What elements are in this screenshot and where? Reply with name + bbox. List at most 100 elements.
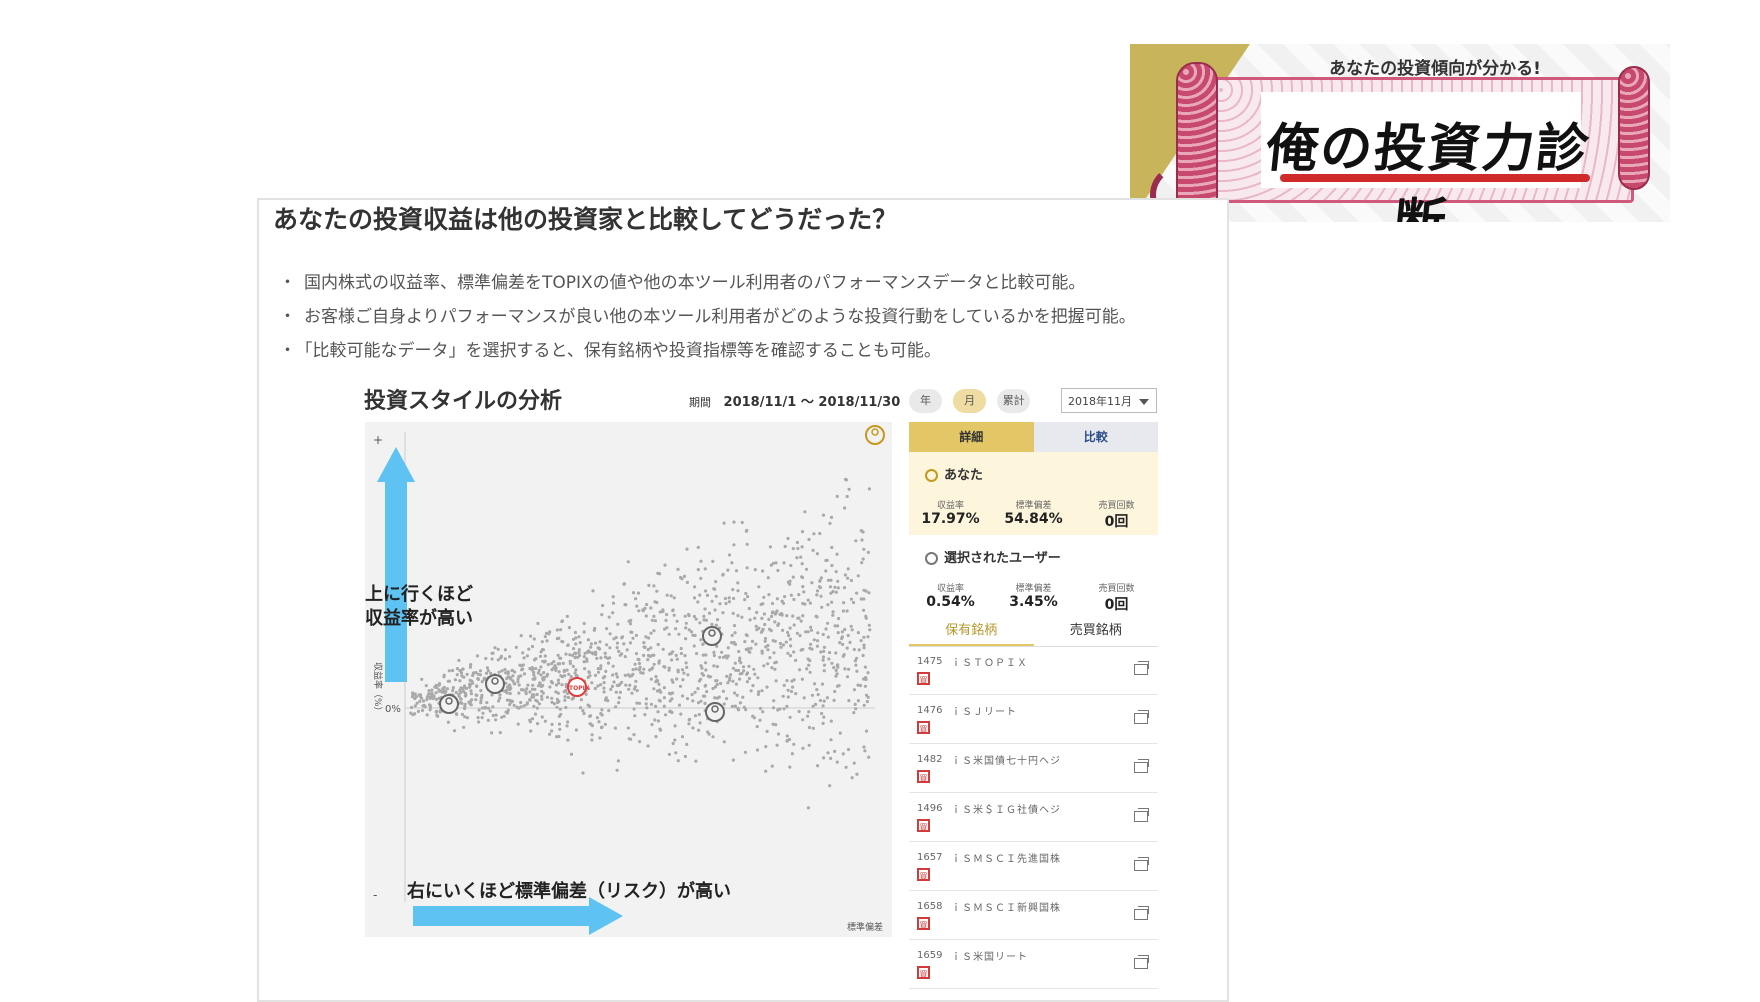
scatter-point <box>712 653 716 658</box>
scatter-point <box>842 586 847 590</box>
scatter-point <box>600 725 604 729</box>
scatter-point <box>657 661 661 665</box>
stat-trades: 売買回数 0回 <box>1075 498 1158 531</box>
scatter-point <box>649 646 653 650</box>
scatter-point <box>747 650 751 654</box>
tab-compare[interactable]: 比較 <box>1033 422 1158 452</box>
period-year-button[interactable]: 年 <box>909 389 942 413</box>
external-link-icon[interactable] <box>1134 857 1149 871</box>
scatter-point <box>813 682 817 686</box>
scatter-point <box>480 680 484 684</box>
external-link-icon[interactable] <box>1134 661 1149 675</box>
period-month-button[interactable]: 月 <box>953 389 987 413</box>
scatter-point <box>703 694 707 698</box>
scatter-point <box>761 569 765 573</box>
scatter-point <box>821 655 826 659</box>
user-marker[interactable] <box>485 674 505 694</box>
style-scatter-chart[interactable]: + - 0% 収益率（%） 標準偏差 上に行くほど 収益率が高い 右にいくほど標… <box>365 422 892 937</box>
external-link-icon[interactable] <box>1134 808 1149 822</box>
holdings-list: 1475 ｉＳＴＯＰＩＸ 買 1476 ｉＳＪリート買 1482 ｉＳ米国債七十円ヘジ買… <box>909 646 1158 989</box>
period-cumulative-button[interactable]: 累計 <box>997 389 1031 413</box>
scatter-point <box>849 624 853 628</box>
scatter-point <box>846 633 850 638</box>
tab-detail[interactable]: 詳細 <box>909 422 1034 452</box>
scatter-point <box>497 699 501 703</box>
scatter-point <box>654 704 658 708</box>
scatter-point <box>611 601 616 605</box>
scatter-point <box>558 707 562 711</box>
scatter-point <box>540 640 544 644</box>
scatter-point <box>478 669 483 673</box>
scatter-point <box>715 665 719 669</box>
scatter-point <box>418 693 423 697</box>
scatter-point <box>727 553 732 557</box>
user-marker[interactable] <box>705 702 725 722</box>
scatter-point <box>801 614 805 618</box>
scatter-point <box>807 537 811 542</box>
list-item[interactable]: 1657 ｉＳＭＳＣＩ先進国株買 <box>909 842 1158 891</box>
scatter-point <box>862 703 866 707</box>
tab-trades[interactable]: 売買銘柄 <box>1034 616 1159 646</box>
scatter-point <box>698 621 702 625</box>
scatter-point <box>762 595 766 599</box>
list-item[interactable]: 1659 ｉＳ米国リート買 <box>909 940 1158 989</box>
scatter-point <box>589 645 593 649</box>
scatter-point <box>602 681 606 685</box>
scatter-point <box>522 672 527 676</box>
scatter-point <box>802 696 806 700</box>
scatter-point <box>649 631 653 635</box>
scatter-point <box>611 611 615 615</box>
scatter-point <box>726 568 730 572</box>
scatter-point <box>550 729 554 733</box>
list-item[interactable]: 1482 ｉＳ米国債七十円ヘジ買 <box>909 744 1158 793</box>
scatter-point <box>855 669 859 673</box>
scatter-point <box>714 623 718 627</box>
tab-holdings[interactable]: 保有銘柄 <box>909 616 1034 646</box>
scatter-point <box>783 595 787 599</box>
scatter-point <box>663 665 667 669</box>
list-item[interactable]: 1658 ｉＳＭＳＣＩ新興国株買 <box>909 891 1158 940</box>
scatter-point <box>602 690 606 694</box>
buy-badge: 買 <box>917 721 930 734</box>
list-item[interactable]: 1496 ｉＳ米＄ＩＧ社債ヘジ買 <box>909 793 1158 842</box>
scatter-point <box>697 679 701 683</box>
scatter-point <box>617 649 621 653</box>
scatter-point <box>561 661 565 665</box>
scatter-point <box>573 630 577 635</box>
scatter-point <box>731 588 735 592</box>
user-marker[interactable] <box>702 626 722 646</box>
scatter-point <box>773 612 777 616</box>
list-item[interactable]: 1475 ｉＳＴＯＰＩＸ 買 <box>909 646 1158 695</box>
external-link-icon[interactable] <box>1134 759 1149 773</box>
scatter-point <box>755 725 759 729</box>
scatter-point <box>631 636 635 640</box>
scatter-point <box>860 561 864 565</box>
user-marker[interactable] <box>439 694 459 714</box>
scatter-point <box>467 685 472 689</box>
scatter-point <box>435 686 439 690</box>
scatter-point <box>831 610 835 614</box>
scatter-point <box>820 711 824 716</box>
scatter-point <box>692 644 696 648</box>
external-link-icon[interactable] <box>1134 906 1149 920</box>
y-axis-label: 収益率（%） <box>372 662 384 716</box>
scatter-point <box>615 768 619 772</box>
you-name-text: あなた <box>944 468 984 483</box>
scatter-point <box>437 689 441 693</box>
stat-value: 0回 <box>1104 514 1129 530</box>
external-link-icon[interactable] <box>1134 710 1149 724</box>
panel-tabs: 詳細 比較 <box>909 422 1158 452</box>
month-select[interactable]: 2018年11月 <box>1061 388 1157 413</box>
scatter-point <box>519 674 523 678</box>
scatter-point <box>526 683 530 687</box>
scatter-point <box>693 585 697 589</box>
scatter-point <box>768 656 772 660</box>
right-arrow-shaft <box>413 906 589 926</box>
scatter-point <box>633 714 637 718</box>
scatter-point <box>821 721 825 725</box>
external-link-icon[interactable] <box>1134 955 1149 969</box>
scatter-point <box>782 707 786 711</box>
scatter-point <box>773 667 777 671</box>
scatter-point <box>648 668 652 672</box>
list-item[interactable]: 1476 ｉＳＪリート買 <box>909 695 1158 744</box>
